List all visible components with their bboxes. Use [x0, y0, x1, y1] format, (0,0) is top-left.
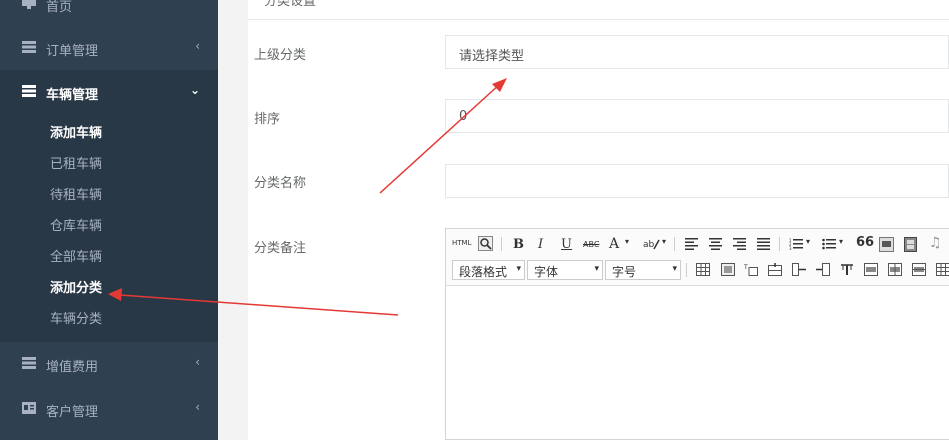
paragraph-format-value: 段落格式 [459, 265, 508, 279]
chevron-down-icon: ▾ [672, 264, 677, 274]
chevron-left-icon: ‹ [195, 400, 200, 414]
submenu-rented-vehicles[interactable]: 已租车辆 [50, 153, 102, 172]
list-icon [22, 357, 36, 369]
underline-button[interactable]: U [561, 237, 572, 252]
vehicles-submenu: 添加车辆 已租车辆 待租车辆 仓库车辆 全部车辆 添加分类 车辆分类 [0, 114, 218, 342]
parent-category-value: 请选择类型 [459, 49, 525, 64]
chevron-down-icon: ▾ [516, 264, 521, 274]
bold-button[interactable]: B [513, 237, 524, 252]
section-title: 分类设置 [264, 0, 317, 9]
submenu-pending-vehicles[interactable]: 待租车辆 [50, 184, 102, 203]
main-content: 分类设置 上级分类 请选择类型 排序 0 分类名称 分类备注 HTML B I … [248, 0, 949, 440]
sidebar-item-customers[interactable]: 客户管理 ‹ [0, 387, 218, 431]
monitor-icon [22, 0, 36, 9]
strikethrough-button[interactable]: ABC [583, 240, 599, 249]
merge-cells-icon[interactable] [864, 263, 878, 276]
delete-column-icon[interactable] [840, 263, 854, 276]
font-size-value: 字号 [612, 265, 637, 279]
delete-row-icon[interactable] [792, 263, 806, 276]
highlight-icon[interactable]: ab [643, 237, 661, 251]
paragraph-format-select[interactable]: 段落格式 ▾ [452, 260, 525, 280]
divider [501, 237, 502, 251]
category-name-input[interactable] [445, 164, 949, 198]
submenu-vehicle-categories[interactable]: 车辆分类 [50, 308, 102, 327]
sidebar-item-home[interactable]: 首页 [0, 0, 218, 26]
image-icon[interactable] [879, 237, 894, 252]
chevron-down-icon: ⌄ [189, 83, 200, 97]
video-icon[interactable] [904, 237, 917, 252]
font-family-value: 字体 [534, 265, 559, 279]
submenu-all-vehicles[interactable]: 全部车辆 [50, 246, 102, 265]
chevron-left-icon: ‹ [195, 355, 200, 369]
chevron-down-icon: ▾ [594, 264, 599, 274]
delete-table-icon[interactable] [721, 263, 735, 276]
font-family-select[interactable]: 字体 ▾ [527, 260, 603, 280]
insert-column-icon[interactable] [816, 263, 830, 276]
chevron-left-icon: ‹ [195, 39, 200, 53]
sidebar-item-vehicles[interactable]: 车辆管理 ⌄ [0, 70, 218, 114]
insert-table-icon[interactable] [696, 263, 710, 276]
sidebar-item-label: 增值费用 [46, 360, 99, 375]
italic-button[interactable]: I [538, 237, 543, 252]
font-size-select[interactable]: 字号 ▾ [605, 260, 681, 280]
list-icon [22, 85, 36, 97]
insert-row-icon[interactable] [768, 263, 782, 276]
submenu-add-vehicle[interactable]: 添加车辆 [50, 122, 102, 141]
quote-button[interactable]: 66 [856, 235, 874, 250]
font-color-button[interactable]: A [609, 236, 619, 252]
svg-text:3: 3 [789, 246, 792, 250]
parent-category-select[interactable]: 请选择类型 [445, 35, 949, 69]
insert-paragraph-before-table-icon[interactable]: T [744, 263, 758, 276]
sidebar: 首页 订单管理 ‹ 车辆管理 ⌄ 添加车辆 已租车辆 待租车辆 仓库车辆 全部车… [0, 0, 218, 440]
parent-category-label: 上级分类 [254, 48, 307, 63]
sort-input[interactable]: 0 [445, 99, 949, 133]
html-source-button[interactable]: HTML [452, 239, 471, 247]
divider [248, 19, 949, 20]
divider [779, 237, 780, 251]
svg-text:ab: ab [643, 240, 655, 250]
sidebar-item-label: 首页 [46, 0, 73, 15]
category-name-label: 分类名称 [254, 176, 307, 191]
chevron-down-icon[interactable]: ▾ [806, 237, 810, 246]
merge-right-icon[interactable] [888, 263, 902, 276]
split-cells-icon[interactable] [936, 263, 949, 276]
divider [674, 237, 675, 251]
editor-toolbar: HTML B I U ABC A ▾ ab ▾ 123 ▾ ▾ 66 ♫ 段落格… [446, 229, 949, 286]
sidebar-item-orders[interactable]: 订单管理 ‹ [0, 26, 218, 70]
id-card-icon [22, 402, 36, 414]
merge-down-icon[interactable] [912, 263, 926, 276]
chevron-down-icon[interactable]: ▾ [839, 237, 843, 246]
sidebar-item-label: 车辆管理 [46, 88, 99, 103]
divider [686, 263, 687, 277]
align-justify-icon[interactable] [757, 238, 770, 250]
chevron-down-icon[interactable]: ▾ [625, 237, 629, 246]
sidebar-item-extra-fees[interactable]: 增值费用 ‹ [0, 342, 218, 386]
submenu-warehouse-vehicles[interactable]: 仓库车辆 [50, 215, 102, 234]
music-icon[interactable]: ♫ [929, 235, 942, 251]
svg-text:T: T [744, 264, 748, 271]
sidebar-item-label: 订单管理 [46, 44, 99, 59]
sort-label: 排序 [254, 112, 281, 127]
align-left-icon[interactable] [685, 238, 698, 250]
submenu-add-category[interactable]: 添加分类 [50, 277, 102, 296]
chevron-down-icon[interactable]: ▾ [662, 237, 666, 246]
ordered-list-icon[interactable]: 123 [789, 238, 803, 250]
sidebar-item-label: 客户管理 [46, 405, 99, 420]
align-center-icon[interactable] [709, 238, 722, 250]
rich-text-editor[interactable]: HTML B I U ABC A ▾ ab ▾ 123 ▾ ▾ 66 ♫ 段落格… [445, 228, 949, 440]
unordered-list-icon[interactable] [822, 238, 836, 250]
remark-label: 分类备注 [254, 241, 307, 256]
sort-value: 0 [459, 109, 468, 124]
align-right-icon[interactable] [733, 238, 746, 250]
preview-icon[interactable] [478, 236, 493, 251]
list-icon [22, 41, 36, 53]
